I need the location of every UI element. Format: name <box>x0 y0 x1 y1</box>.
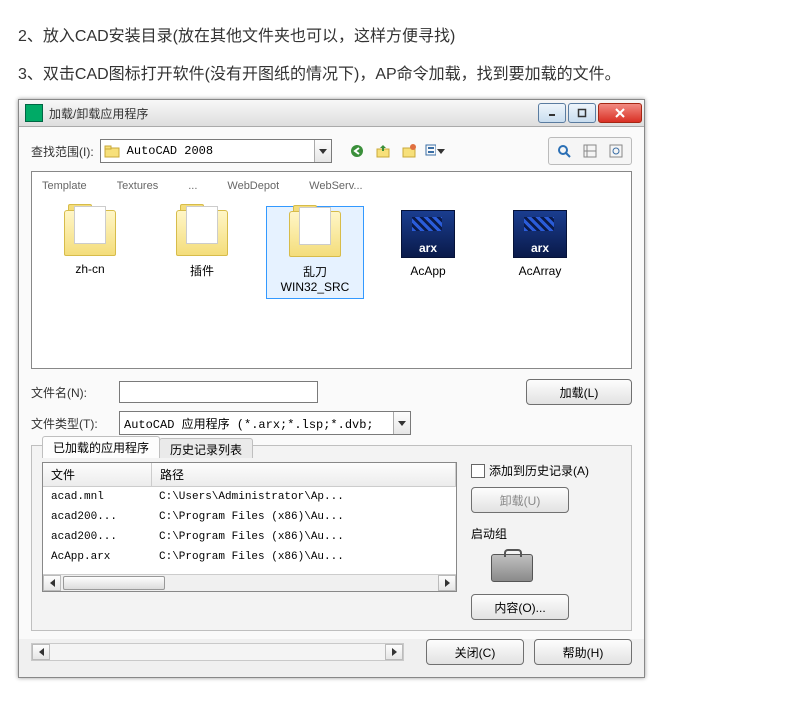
item-label: 插件 <box>156 262 248 279</box>
chevron-down-icon[interactable] <box>314 140 331 162</box>
horizontal-scrollbar[interactable] <box>43 574 456 591</box>
item-label: zh-cn <box>44 262 136 276</box>
folder-icon <box>289 211 341 257</box>
list-row[interactable]: acad200...C:\Program Files (x86)\Au... <box>43 507 456 527</box>
tools-icon[interactable] <box>579 140 601 162</box>
filetype-combo[interactable]: AutoCAD 应用程序 (*.arx;*.lsp;*.dvb; <box>119 411 411 435</box>
maximize-button[interactable] <box>568 103 596 123</box>
lookin-combo[interactable]: AutoCAD 2008 <box>100 139 332 163</box>
add-to-history-checkbox[interactable]: 添加到历史记录(A) <box>471 462 589 479</box>
help-button[interactable]: 帮助(H) <box>534 639 632 665</box>
col-header-file[interactable]: 文件 <box>43 463 152 486</box>
find-file-icon[interactable] <box>553 140 575 162</box>
briefcase-icon <box>491 554 533 582</box>
instruction-2: 2、放入CAD安装目录(放在其他文件夹也可以，这样方便寻找) <box>18 24 792 50</box>
item-label: 乱刀WIN32_SRC <box>269 263 361 294</box>
file-item-acapp[interactable]: arx AcApp <box>380 206 476 282</box>
load-button[interactable]: 加载(L) <box>526 379 632 405</box>
close-button[interactable]: 关闭(C) <box>426 639 524 665</box>
app-icon <box>25 104 43 122</box>
scroll-right-button[interactable] <box>438 575 456 591</box>
instruction-3: 3、双击CAD图标打开软件(没有开图纸的情况下)，AP命令加载，找到要加载的文件… <box>18 62 792 88</box>
list-row[interactable]: acad200...C:\Program Files (x86)\Au... <box>43 527 456 547</box>
load-unload-dialog: 加载/卸载应用程序 查找范围(I): AutoCAD 2008 <box>18 99 645 678</box>
col-header-path[interactable]: 路径 <box>152 463 456 486</box>
filetype-value: AutoCAD 应用程序 (*.arx;*.lsp;*.dvb; <box>120 415 393 432</box>
loaded-apps-list[interactable]: 文件 路径 acad.mnlC:\Users\Administrator\Ap.… <box>42 462 457 592</box>
back-icon[interactable] <box>346 140 368 162</box>
file-list-area[interactable]: Template Textures ... WebDepot WebServ..… <box>31 171 632 369</box>
item-label: AcApp <box>382 264 474 278</box>
folder-icon <box>64 210 116 256</box>
lookin-value: AutoCAD 2008 <box>123 144 314 158</box>
up-one-level-icon[interactable] <box>372 140 394 162</box>
folder-icon <box>176 210 228 256</box>
filetype-label: 文件类型(T): <box>31 415 103 432</box>
scroll-thumb[interactable] <box>63 576 165 590</box>
dialog-title: 加载/卸载应用程序 <box>49 105 536 122</box>
scroll-left-button[interactable] <box>43 575 61 591</box>
list-row[interactable]: AcApp.arxC:\Program Files (x86)\Au... <box>43 547 456 567</box>
file-item-acarray[interactable]: arx AcArray <box>492 206 588 282</box>
file-item-zh-cn[interactable]: zh-cn <box>42 206 138 280</box>
preview-icon[interactable] <box>605 140 627 162</box>
chevron-down-icon[interactable] <box>393 412 410 434</box>
tab-loaded-apps[interactable]: 已加载的应用程序 <box>42 436 160 458</box>
loaded-apps-group: 已加载的应用程序 历史记录列表 文件 路径 acad.mnlC:\Users\A… <box>31 445 632 631</box>
lookin-label: 查找范围(I): <box>31 143 94 160</box>
scroll-left-button[interactable] <box>32 644 50 660</box>
item-label: AcArray <box>494 264 586 278</box>
filename-label: 文件名(N): <box>31 384 103 401</box>
add-to-history-label: 添加到历史记录(A) <box>489 462 589 479</box>
new-folder-icon[interactable] <box>398 140 420 162</box>
filename-input[interactable] <box>119 381 318 403</box>
scroll-right-button[interactable] <box>385 644 403 660</box>
startup-group-label: 启动组 <box>471 525 507 542</box>
file-item-luan-dao[interactable]: 乱刀WIN32_SRC <box>266 206 364 299</box>
unload-button[interactable]: 卸载(U) <box>471 487 569 513</box>
file-item-plugins[interactable]: 插件 <box>154 206 250 283</box>
titlebar[interactable]: 加载/卸载应用程序 <box>19 100 644 127</box>
contents-button[interactable]: 内容(O)... <box>471 594 569 620</box>
footer-scrollbar[interactable] <box>31 643 404 661</box>
close-window-button[interactable] <box>598 103 642 123</box>
truncated-header-row: Template Textures ... WebDepot WebServ..… <box>42 180 621 192</box>
list-row[interactable]: acad.mnlC:\Users\Administrator\Ap... <box>43 487 456 507</box>
arx-icon: arx <box>401 210 455 258</box>
arx-icon: arx <box>513 210 567 258</box>
minimize-button[interactable] <box>538 103 566 123</box>
checkbox-icon <box>471 464 485 478</box>
tab-history[interactable]: 历史记录列表 <box>159 438 253 458</box>
view-menu-icon[interactable] <box>424 140 446 162</box>
folder-icon <box>103 142 121 160</box>
